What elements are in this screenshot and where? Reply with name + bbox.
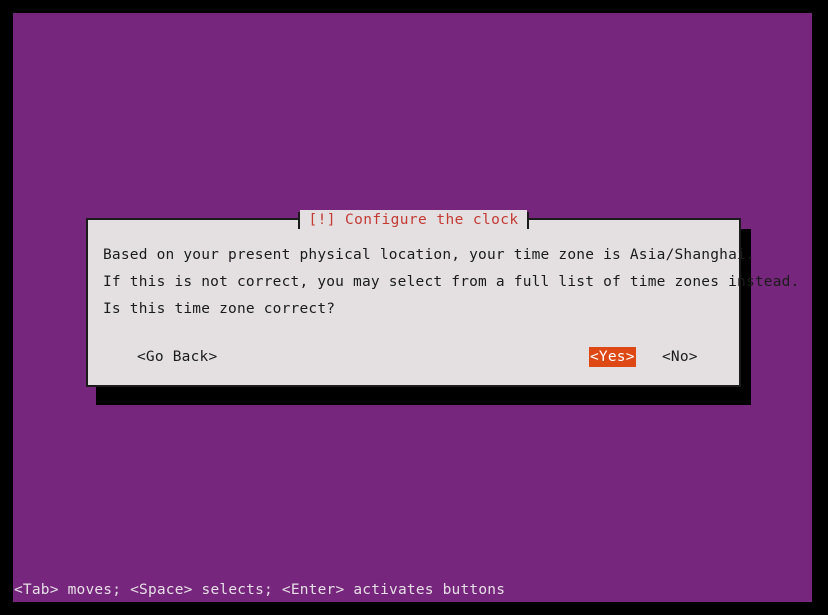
installer-screen: [!] Configure the clock Based on your pr… [0, 0, 828, 615]
status-bar: <Tab> moves; <Space> selects; <Enter> ac… [13, 578, 812, 602]
message-line-1: Based on your present physical location,… [103, 247, 755, 263]
yes-button[interactable]: <Yes> [589, 347, 636, 367]
go-back-button[interactable]: <Go Back> [136, 347, 218, 367]
configure-clock-dialog: [!] Configure the clock Based on your pr… [86, 210, 800, 387]
dialog-message-body: Based on your present physical location,… [103, 242, 800, 323]
message-line-3: Is this time zone correct? [103, 301, 336, 317]
no-button[interactable]: <No> [661, 347, 699, 367]
message-line-2: If this is not correct, you may select f… [103, 274, 800, 290]
status-bar-hint: <Tab> moves; <Space> selects; <Enter> ac… [14, 582, 506, 598]
dialog-button-row: <Go Back> <Yes> <No> [88, 347, 739, 369]
